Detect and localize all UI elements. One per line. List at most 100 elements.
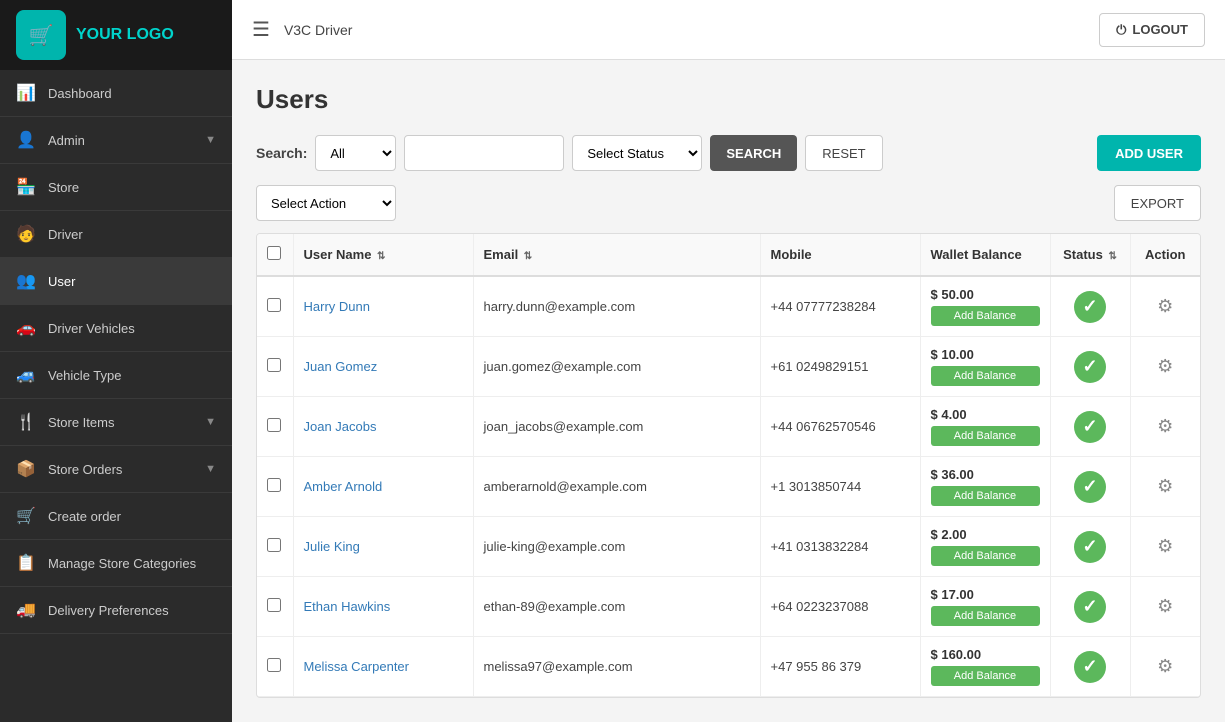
row-wallet-7: $ 160.00 Add Balance <box>920 637 1050 697</box>
nav-icon-vehicle-type: 🚙 <box>16 365 36 385</box>
sort-email-icon[interactable]: ⇅ <box>524 251 532 262</box>
row-email-5: julie-king@example.com <box>473 517 760 577</box>
row-email-4: amberarnold@example.com <box>473 457 760 517</box>
row-checkbox-input-6[interactable] <box>267 598 281 612</box>
row-checkbox-input-1[interactable] <box>267 298 281 312</box>
row-status-1: ✓ <box>1050 276 1130 337</box>
table-row: Juan Gomez juan.gomez@example.com +61 02… <box>257 337 1200 397</box>
row-username-4: Amber Arnold <box>293 457 473 517</box>
action-gear-4[interactable]: ⚙ <box>1141 476 1191 497</box>
status-icon-4[interactable]: ✓ <box>1074 471 1106 503</box>
th-checkbox <box>257 234 293 276</box>
sidebar-item-store-orders[interactable]: 📦 Store Orders ▼ <box>0 446 232 493</box>
user-link-7[interactable]: Melissa Carpenter <box>304 659 410 674</box>
sidebar-item-store[interactable]: 🏪 Store <box>0 164 232 211</box>
row-status-4: ✓ <box>1050 457 1130 517</box>
add-balance-button-7[interactable]: Add Balance <box>931 666 1040 686</box>
sidebar-item-user[interactable]: 👥 User <box>0 258 232 305</box>
add-balance-button-5[interactable]: Add Balance <box>931 546 1040 566</box>
add-balance-button-1[interactable]: Add Balance <box>931 306 1040 326</box>
user-link-1[interactable]: Harry Dunn <box>304 299 370 314</box>
user-link-6[interactable]: Ethan Hawkins <box>304 599 391 614</box>
search-bar: Search: All Name Email Mobile Select Sta… <box>256 135 1201 171</box>
nav-icon-driver-vehicles: 🚗 <box>16 318 36 338</box>
wallet-amount-3: $ 4.00 <box>931 407 1040 422</box>
row-username-6: Ethan Hawkins <box>293 577 473 637</box>
sort-status-icon[interactable]: ⇅ <box>1108 251 1116 262</box>
table-row: Ethan Hawkins ethan-89@example.com +64 0… <box>257 577 1200 637</box>
row-username-3: Joan Jacobs <box>293 397 473 457</box>
status-icon-7[interactable]: ✓ <box>1074 651 1106 683</box>
add-balance-button-4[interactable]: Add Balance <box>931 486 1040 506</box>
sidebar-item-store-items[interactable]: 🍴 Store Items ▼ <box>0 399 232 446</box>
row-wallet-2: $ 10.00 Add Balance <box>920 337 1050 397</box>
row-checkbox-input-7[interactable] <box>267 658 281 672</box>
status-check-4: ✓ <box>1082 476 1097 497</box>
wallet-amount-5: $ 2.00 <box>931 527 1040 542</box>
row-mobile-6: +64 0223237088 <box>760 577 920 637</box>
status-icon-3[interactable]: ✓ <box>1074 411 1106 443</box>
reset-button[interactable]: RESET <box>805 135 882 171</box>
add-balance-button-2[interactable]: Add Balance <box>931 366 1040 386</box>
status-check-5: ✓ <box>1082 536 1097 557</box>
status-icon-6[interactable]: ✓ <box>1074 591 1106 623</box>
row-checkbox-input-5[interactable] <box>267 538 281 552</box>
status-icon-2[interactable]: ✓ <box>1074 351 1106 383</box>
add-balance-button-6[interactable]: Add Balance <box>931 606 1040 626</box>
action-gear-5[interactable]: ⚙ <box>1141 536 1191 557</box>
sidebar-item-admin[interactable]: 👤 Admin ▼ <box>0 117 232 164</box>
nav-icon-store-orders: 📦 <box>16 459 36 479</box>
search-button[interactable]: SEARCH <box>710 135 797 171</box>
add-balance-button-3[interactable]: Add Balance <box>931 426 1040 446</box>
user-link-4[interactable]: Amber Arnold <box>304 479 383 494</box>
export-button[interactable]: EXPORT <box>1114 185 1201 221</box>
action-gear-3[interactable]: ⚙ <box>1141 416 1191 437</box>
search-status-select[interactable]: Select Status Active Inactive <box>572 135 702 171</box>
users-table: User Name ⇅ Email ⇅ Mobile Wallet Balanc… <box>257 234 1200 697</box>
row-checkbox-2 <box>257 337 293 397</box>
row-action-5: ⚙ <box>1130 517 1200 577</box>
action-gear-1[interactable]: ⚙ <box>1141 296 1191 317</box>
action-select[interactable]: Select Action Delete Activate Deactivate <box>256 185 396 221</box>
user-link-2[interactable]: Juan Gomez <box>304 359 378 374</box>
row-status-6: ✓ <box>1050 577 1130 637</box>
row-username-2: Juan Gomez <box>293 337 473 397</box>
table-body: Harry Dunn harry.dunn@example.com +44 07… <box>257 276 1200 697</box>
row-checkbox-input-2[interactable] <box>267 358 281 372</box>
nav-label-manage-store-categories: Manage Store Categories <box>48 556 216 571</box>
row-status-5: ✓ <box>1050 517 1130 577</box>
status-check-2: ✓ <box>1082 356 1097 377</box>
action-gear-7[interactable]: ⚙ <box>1141 656 1191 677</box>
search-input[interactable] <box>404 135 564 171</box>
user-link-5[interactable]: Julie King <box>304 539 360 554</box>
search-filter-select[interactable]: All Name Email Mobile <box>315 135 396 171</box>
action-gear-6[interactable]: ⚙ <box>1141 596 1191 617</box>
sidebar-item-manage-store-categories[interactable]: 📋 Manage Store Categories <box>0 540 232 587</box>
status-icon-5[interactable]: ✓ <box>1074 531 1106 563</box>
sidebar-item-delivery-preferences[interactable]: 🚚 Delivery Preferences <box>0 587 232 634</box>
row-username-1: Harry Dunn <box>293 276 473 337</box>
chevron-icon-store-orders: ▼ <box>205 463 216 475</box>
row-email-6: ethan-89@example.com <box>473 577 760 637</box>
row-checkbox-input-4[interactable] <box>267 478 281 492</box>
logo-area: YOUR LOGO <box>0 0 232 70</box>
status-icon-1[interactable]: ✓ <box>1074 291 1106 323</box>
row-checkbox-7 <box>257 637 293 697</box>
user-link-3[interactable]: Joan Jacobs <box>304 419 377 434</box>
sidebar-item-vehicle-type[interactable]: 🚙 Vehicle Type <box>0 352 232 399</box>
add-user-button[interactable]: ADD USER <box>1097 135 1201 171</box>
action-gear-2[interactable]: ⚙ <box>1141 356 1191 377</box>
sidebar-item-driver-vehicles[interactable]: 🚗 Driver Vehicles <box>0 305 232 352</box>
th-email: Email ⇅ <box>473 234 760 276</box>
sidebar-item-dashboard[interactable]: 📊 Dashboard <box>0 70 232 117</box>
row-checkbox-input-3[interactable] <box>267 418 281 432</box>
logout-button[interactable]: ⏻ LOGOUT <box>1099 13 1205 47</box>
table-row: Amber Arnold amberarnold@example.com +1 … <box>257 457 1200 517</box>
sidebar-item-driver[interactable]: 🧑 Driver <box>0 211 232 258</box>
menu-icon[interactable]: ☰ <box>252 17 270 42</box>
wallet-amount-7: $ 160.00 <box>931 647 1040 662</box>
sidebar-item-create-order[interactable]: 🛒 Create order <box>0 493 232 540</box>
sort-username-icon[interactable]: ⇅ <box>377 251 385 262</box>
header: ☰ V3C Driver ⏻ LOGOUT <box>232 0 1225 60</box>
select-all-checkbox[interactable] <box>267 246 281 260</box>
